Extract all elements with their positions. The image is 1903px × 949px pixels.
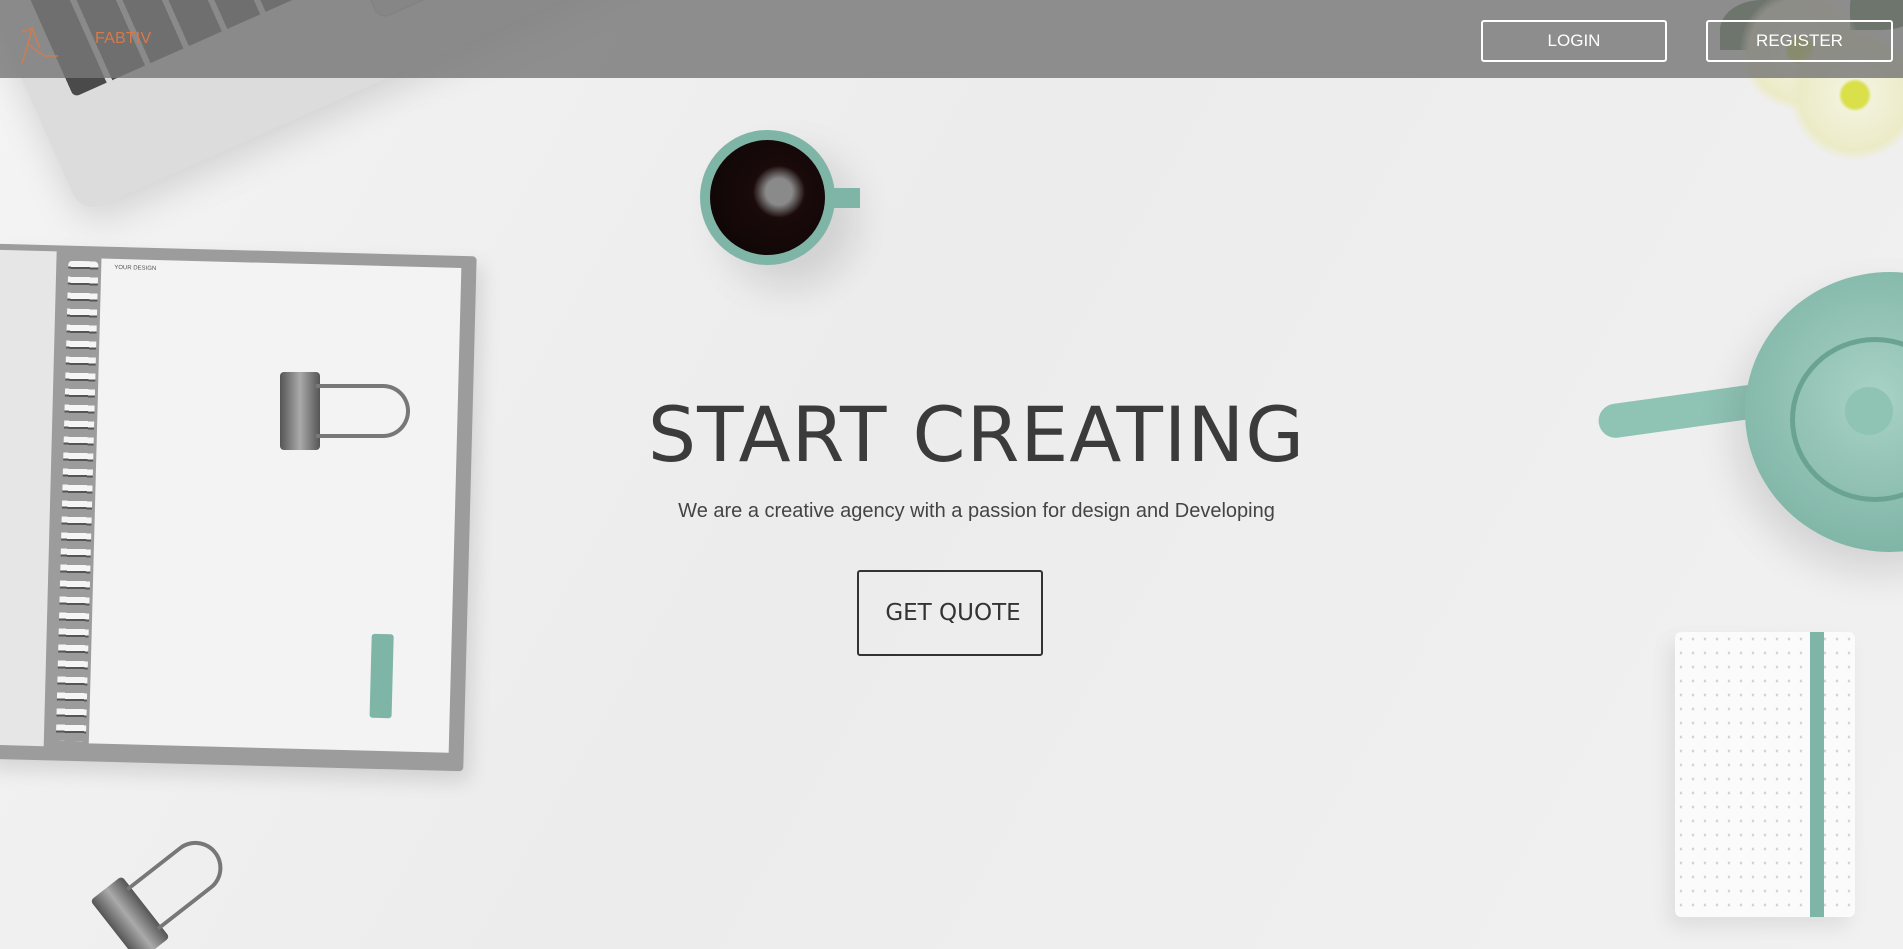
- coffee-cup-image: [700, 130, 860, 265]
- hero-section: YOUR DESIGN START CREATING We are a crea…: [0, 0, 1903, 949]
- brand-name[interactable]: FABTIV: [95, 30, 151, 48]
- cup-handle: [830, 188, 860, 208]
- dotted-notepad-image: [1675, 632, 1855, 917]
- notebook-tab: [369, 633, 394, 719]
- notebook-label: YOUR DESIGN: [114, 264, 157, 272]
- coffee: [710, 140, 825, 255]
- hero-headline: START CREATING: [647, 390, 1306, 479]
- login-button[interactable]: LOGIN: [1481, 20, 1667, 62]
- brand-logo-icon[interactable]: [18, 26, 58, 66]
- get-quote-button[interactable]: GET QUOTE: [857, 570, 1043, 656]
- notepad-band: [1810, 632, 1824, 917]
- top-navbar: FABTIV LOGIN REGISTER: [0, 0, 1903, 78]
- notebook-left-page: [0, 249, 57, 747]
- register-button[interactable]: REGISTER: [1706, 20, 1893, 62]
- hero-subtitle: We are a creative agency with a passion …: [678, 500, 1275, 522]
- binder-clip-image: [90, 875, 170, 949]
